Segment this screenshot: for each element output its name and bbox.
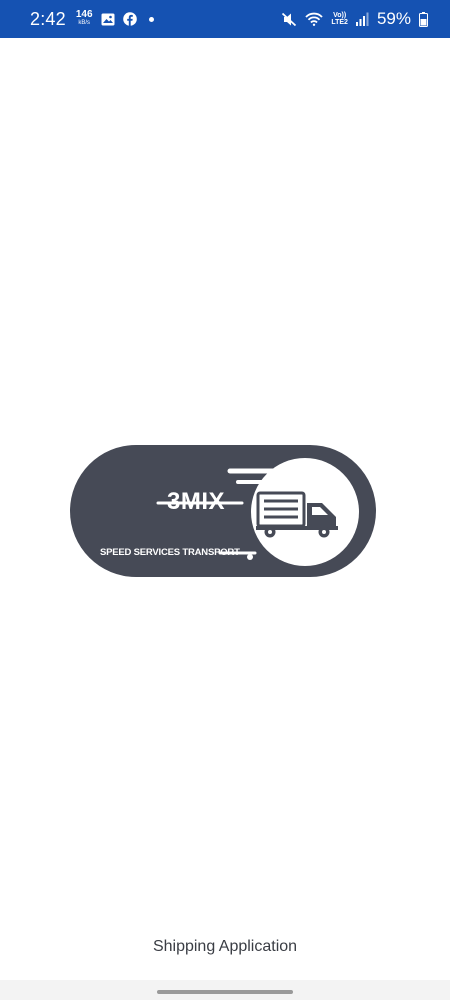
logo-brand-text: 3MIX: [167, 488, 226, 515]
battery-icon: [419, 11, 428, 27]
status-bar-right: Vo)) LTE2 59%: [281, 9, 428, 29]
status-bar-left: 2:42 146 kB/s: [30, 9, 154, 30]
network-speed: 146 kB/s: [75, 9, 93, 27]
wifi-icon: [305, 12, 324, 26]
network-speed-unit: kB/s: [78, 20, 91, 26]
status-time: 2:42: [30, 8, 66, 29]
volte-bottom-label: LTE2: [331, 19, 348, 26]
splash-screen: 2:42 146 kB/s Vo)) LTE2 59% 3MIX SPEED S…: [0, 0, 450, 1000]
volte-indicator: Vo)) LTE2: [331, 12, 348, 26]
home-gesture-handle[interactable]: [157, 990, 293, 994]
mute-icon: [281, 12, 297, 27]
gallery-icon: [101, 13, 115, 26]
notification-dot-icon: [148, 16, 154, 22]
signal-icon: [355, 12, 369, 26]
battery-percent: 59%: [376, 9, 411, 28]
app-name-label: Shipping Application: [152, 938, 298, 955]
facebook-icon: [122, 12, 137, 26]
logo-tagline: SPEED SERVICES TRANSPORT: [100, 547, 240, 558]
volte-top-label: Vo)): [333, 12, 347, 19]
network-speed-value: 146: [75, 9, 93, 20]
status-bar: 2:42 146 kB/s Vo)) LTE2 59%: [0, 0, 450, 38]
